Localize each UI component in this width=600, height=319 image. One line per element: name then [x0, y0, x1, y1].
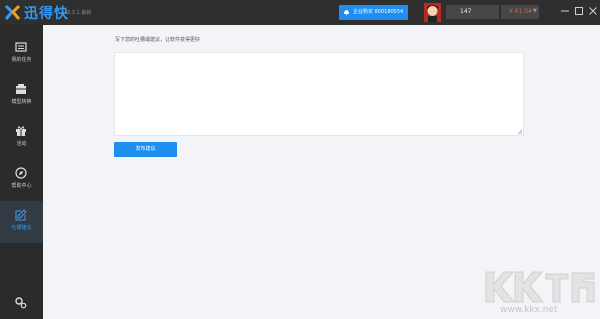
watermark-logo	[485, 271, 595, 303]
balance-value: ¥ 61.04	[509, 8, 532, 15]
sidebar-item-feedback[interactable]: 吐槽建议	[0, 201, 43, 243]
bell-icon	[344, 10, 349, 16]
edit-icon	[15, 209, 27, 221]
app-version: 3.3.1 最新	[67, 10, 92, 16]
feedback-textarea[interactable]	[114, 52, 524, 136]
app-name: 迅得快	[24, 6, 69, 22]
sidebar-item-my-tasks[interactable]: 我的任务	[0, 33, 43, 75]
enterprise-purchase-label: 企业购买 800180554	[353, 9, 404, 15]
task-icon	[15, 42, 27, 52]
sidebar-item-label: 帮助中心	[11, 183, 32, 189]
gear-icon[interactable]	[14, 296, 27, 309]
minimize-icon[interactable]	[560, 5, 570, 17]
user-id: 147	[460, 8, 472, 15]
avatar-image	[424, 3, 441, 22]
convert-icon	[16, 84, 26, 94]
sidebar-item-label: 吐槽建议	[11, 225, 32, 231]
sidebar: 我的任务 模型转换 活动 帮助中心 吐槽建议	[0, 25, 43, 319]
sidebar-item-help-center[interactable]: 帮助中心	[0, 159, 43, 201]
compass-icon	[15, 167, 27, 179]
sidebar-item-model-convert[interactable]: 模型转换	[0, 75, 43, 117]
sidebar-item-label: 模型转换	[11, 99, 32, 105]
avatar[interactable]	[424, 3, 441, 22]
feedback-prompt: 写下您的吐槽或建议，让软件变得更好	[115, 37, 201, 43]
maximize-icon[interactable]	[574, 5, 584, 17]
sidebar-item-activity[interactable]: 活动	[0, 117, 43, 159]
title-bar: 迅得快 3.3.1 最新 企业购买 800180554 147 ¥ 61.04 …	[0, 0, 600, 25]
user-id-display[interactable]: 147	[446, 5, 499, 19]
app-logo-icon	[4, 4, 21, 20]
submit-feedback-button[interactable]: 发布建议	[114, 142, 177, 157]
sidebar-item-label: 我的任务	[11, 57, 32, 63]
resize-grip-icon[interactable]	[517, 129, 523, 135]
enterprise-purchase-button[interactable]: 企业购买 800180554	[339, 5, 408, 20]
close-icon[interactable]	[588, 5, 598, 17]
gift-icon	[16, 126, 26, 136]
watermark-url: www.kkx.net	[500, 305, 558, 315]
chevron-down-icon[interactable]: ▼	[533, 6, 540, 17]
sidebar-item-label: 活动	[16, 141, 27, 147]
